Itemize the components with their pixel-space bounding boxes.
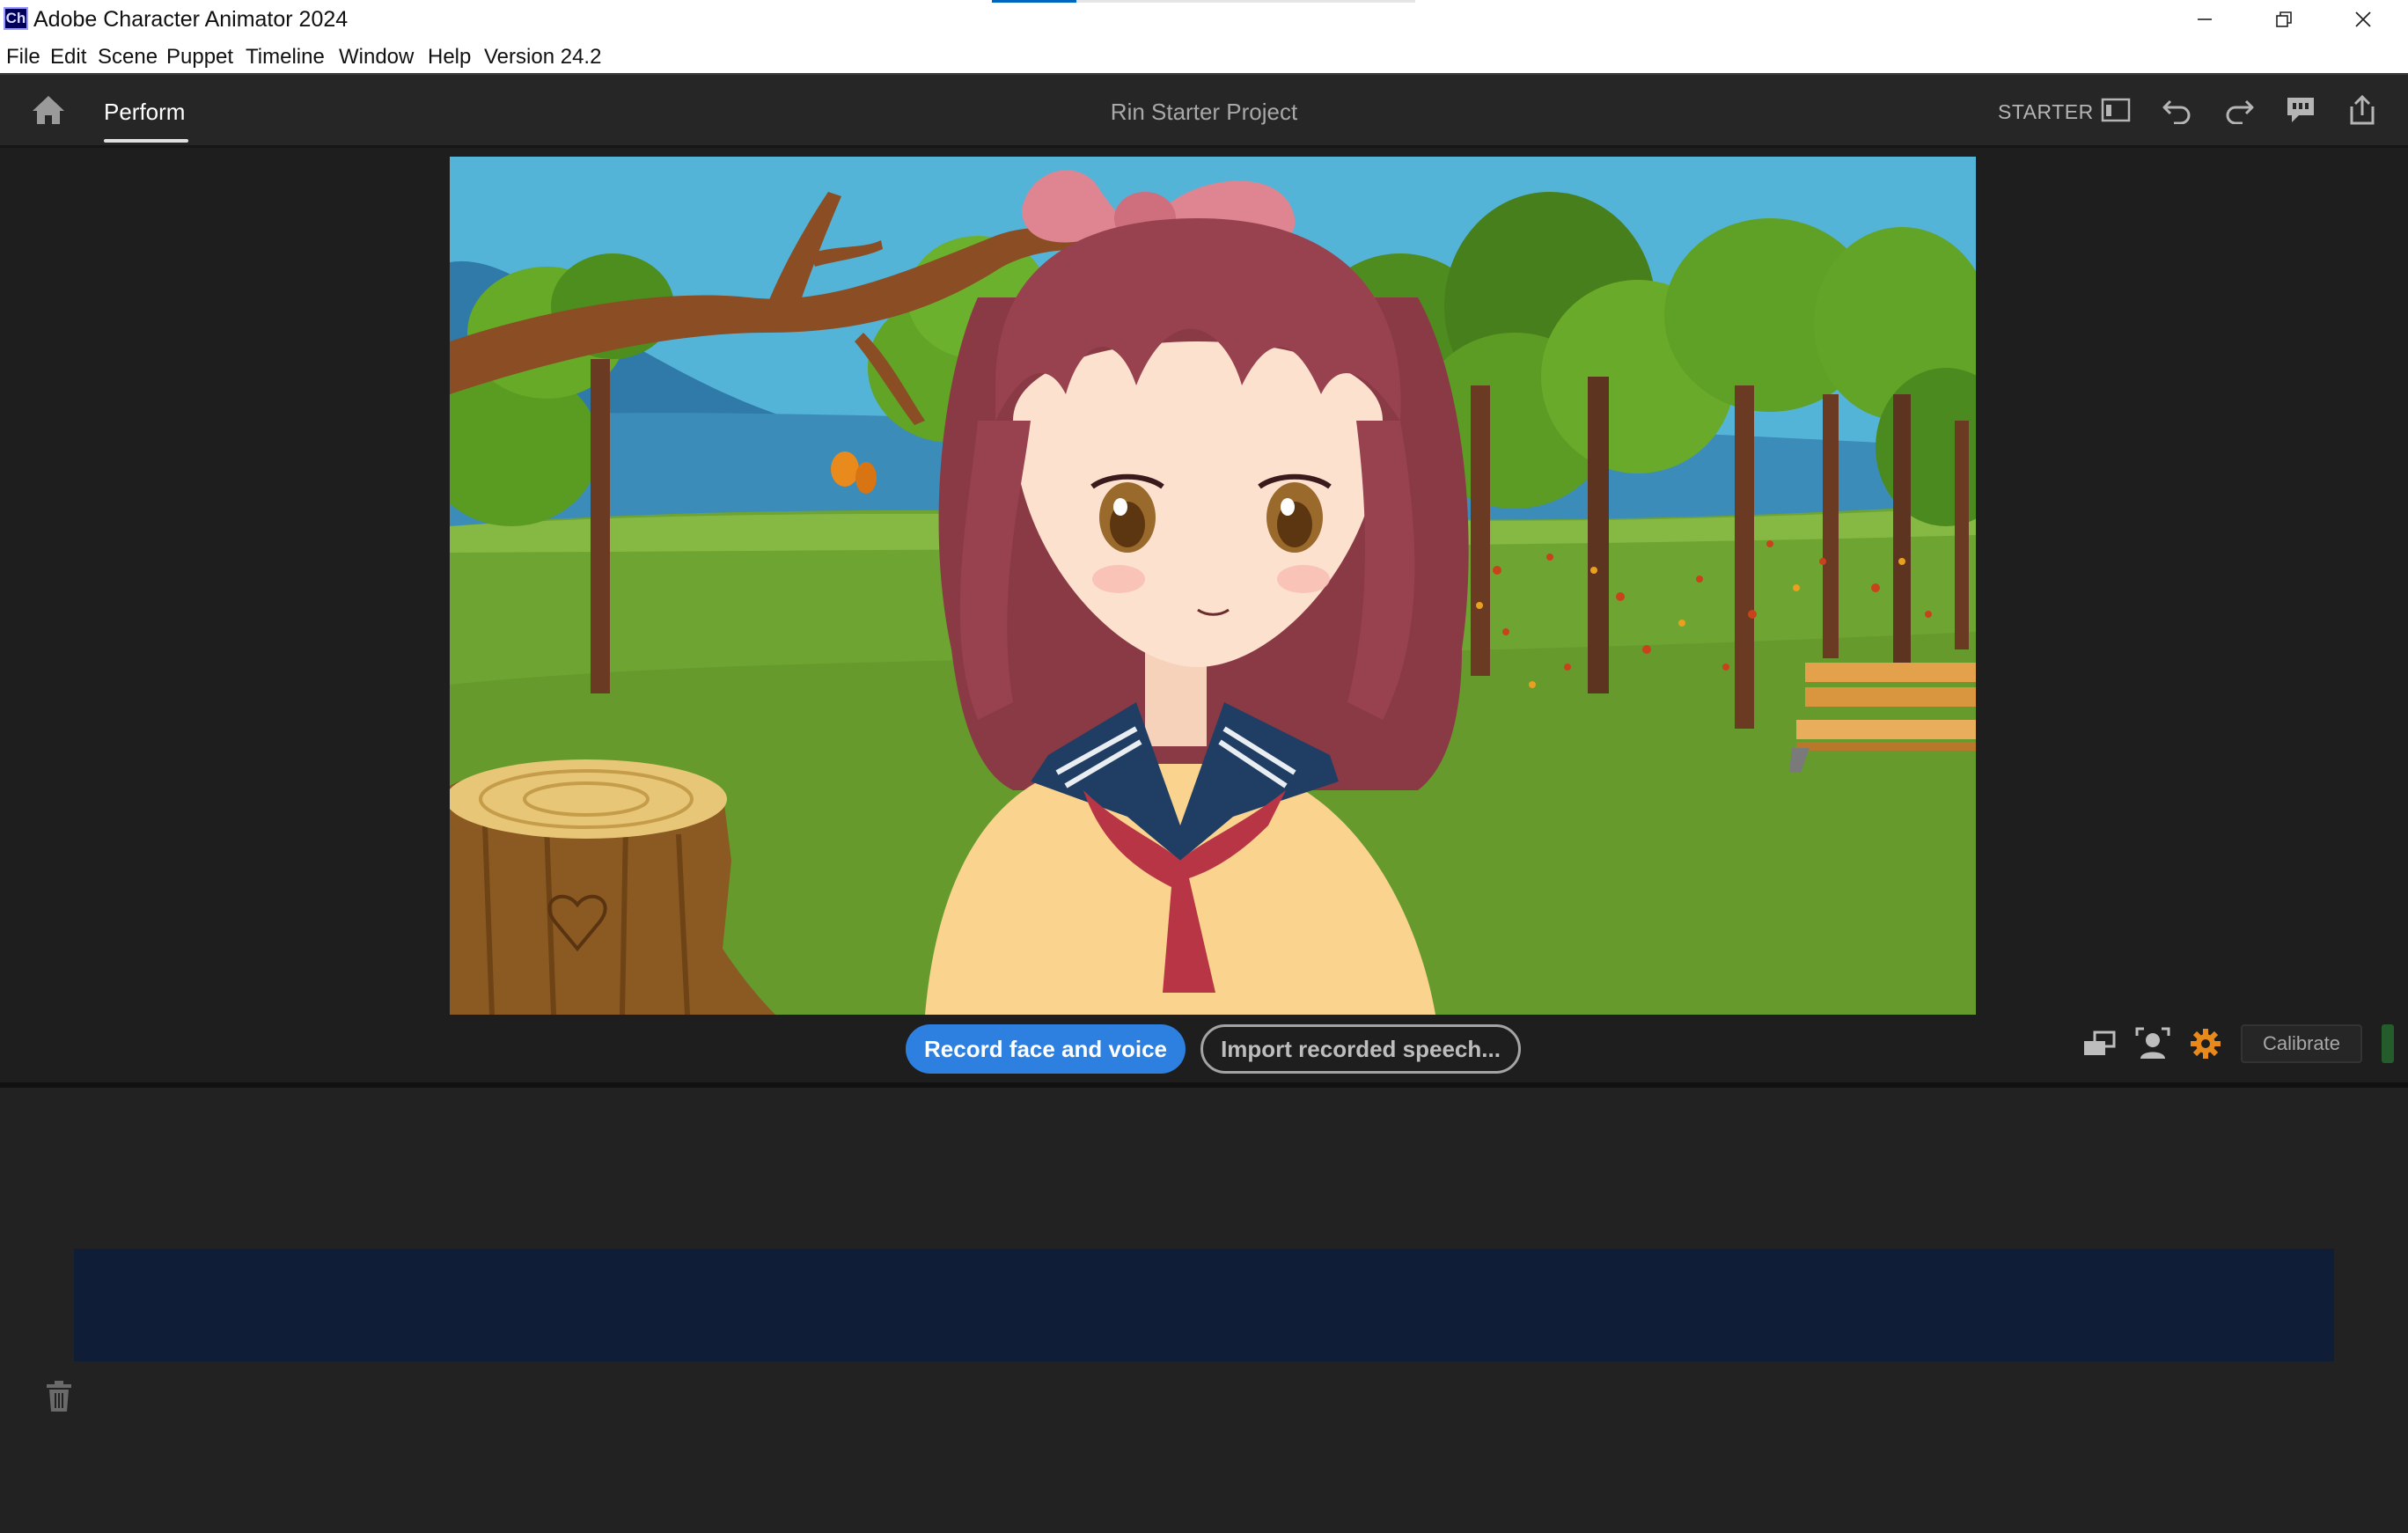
- export-button[interactable]: [2343, 92, 2382, 128]
- recording-take-lane[interactable]: [74, 1249, 2334, 1361]
- scene-illustration: [450, 157, 1976, 1015]
- menu-edit[interactable]: Edit: [50, 45, 86, 70]
- restore-button[interactable]: [2244, 0, 2324, 39]
- trash-icon: [47, 1381, 71, 1412]
- menu-puppet[interactable]: Puppet: [166, 45, 233, 70]
- feedback-button[interactable]: [2281, 92, 2320, 128]
- app-header: Perform Rin Starter Project STARTER: [0, 75, 2408, 145]
- plan-tier-label: STARTER: [1998, 100, 2094, 123]
- camera-view-icon: [2084, 1031, 2116, 1055]
- menu-timeline[interactable]: Timeline: [246, 45, 325, 70]
- face-tracking-icon: [2135, 1027, 2170, 1059]
- restore-icon: [2276, 11, 2292, 27]
- workspace-panel-icon: [2101, 98, 2131, 122]
- undo-button[interactable]: [2158, 92, 2197, 128]
- settings-gear-icon: [2191, 1029, 2221, 1059]
- menu-help[interactable]: Help: [428, 45, 471, 70]
- workspace-panel-button[interactable]: [2096, 92, 2135, 128]
- face-tracking-button[interactable]: [2132, 1024, 2174, 1063]
- undo-icon: [2162, 99, 2191, 124]
- menu-window[interactable]: Window: [339, 45, 414, 70]
- redo-icon: [2226, 99, 2254, 124]
- title-indicator-track: [1076, 0, 1415, 3]
- menu-bar: File Edit Scene Puppet Timeline Window H…: [0, 39, 2408, 74]
- close-icon: [2355, 11, 2371, 27]
- camera-view-button[interactable]: [2079, 1024, 2121, 1063]
- title-bar: Ch Adobe Character Animator 2024: [0, 0, 2408, 39]
- window-title: Adobe Character Animator 2024: [33, 7, 349, 32]
- minimize-button[interactable]: [2165, 0, 2244, 39]
- menu-version[interactable]: Version 24.2: [484, 45, 601, 70]
- active-tab-indicator: [104, 139, 188, 143]
- menu-scene[interactable]: Scene: [98, 45, 158, 70]
- title-indicator: [992, 0, 1076, 3]
- scene-canvas[interactable]: [450, 157, 1976, 1015]
- delete-take-button[interactable]: [44, 1380, 79, 1419]
- export-icon: [2350, 94, 2375, 125]
- redo-button[interactable]: [2220, 92, 2258, 128]
- record-face-and-voice-button[interactable]: Record face and voice: [906, 1024, 1186, 1074]
- audio-level-meter: [2382, 1024, 2394, 1063]
- menu-file[interactable]: File: [6, 45, 40, 70]
- import-recorded-speech-button[interactable]: Import recorded speech...: [1200, 1024, 1521, 1074]
- calibrate-button[interactable]: Calibrate: [2241, 1024, 2362, 1063]
- minimize-icon: [2198, 18, 2212, 20]
- close-button[interactable]: [2324, 0, 2403, 39]
- app-logo-icon: Ch: [4, 7, 28, 30]
- settings-gear-button[interactable]: [2184, 1024, 2227, 1063]
- feedback-icon: [2287, 98, 2314, 122]
